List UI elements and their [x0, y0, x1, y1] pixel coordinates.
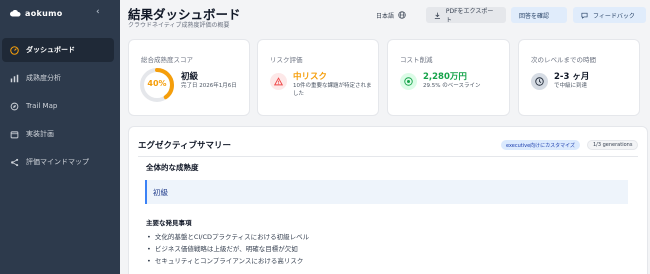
card-title: 次のレベルまでの時間: [531, 56, 596, 64]
list-item: セキュリティとコンプライアンスにおける高リスク: [147, 255, 309, 267]
divider: [138, 156, 638, 157]
dashboard-icon: [10, 45, 19, 55]
key-findings-list: 文化的基盤とCI/CDプラクティスにおける初級レベル ビジネス価値戦略は上級だが…: [147, 231, 309, 267]
sidebar-nav: ダッシュボード 成熟度分析 Trail Map 実装計画 評価マインドマップ: [0, 38, 120, 178]
target-icon: [404, 77, 413, 86]
download-icon: [434, 12, 440, 19]
time-to-next-level-card: 次のレベルまでの時間 2-3 ヶ月 で中級に到達: [518, 39, 640, 116]
generations-badge: 1/3 generations: [587, 140, 639, 150]
overall-maturity-value: 初級: [153, 188, 168, 197]
maturity-score-card: 総合成熟度スコア 40% 初級 完了日 2026年1月6日: [128, 39, 250, 116]
main-content: 結果ダッシュボード クラウドネイティブ成熟度評価の概要 日本語 PDFをエクスポ…: [120, 0, 650, 274]
risk-card: リスク評価 中リスク 10件の重要な課題が特定されました: [257, 39, 379, 116]
sidebar-item-label: 実装計画: [26, 130, 54, 138]
message-icon: [581, 12, 588, 19]
sidebar-item-label: 成熟度分析: [26, 74, 61, 82]
custom-badge: executive向けにカスタマイズ: [501, 140, 581, 150]
sidebar-item-mindmap[interactable]: 評価マインドマップ: [2, 150, 114, 174]
sidebar-item-dashboard[interactable]: ダッシュボード: [2, 38, 114, 62]
key-findings-heading: 主要な発見事項: [146, 219, 192, 227]
summary-title: エグゼクティブサマリー: [138, 141, 231, 151]
risk-icon-wrapper: [270, 73, 287, 90]
sidebar-item-label: ダッシュボード: [26, 46, 75, 54]
map-icon: [10, 102, 19, 110]
list-item: 文化的基盤とCI/CDプラクティスにおける初級レベル: [147, 231, 309, 243]
card-title: コスト削減: [400, 56, 433, 64]
time-icon-wrapper: [531, 73, 548, 90]
feedback-label: フィードバック: [593, 12, 635, 20]
cost-detail: 29.5% のベースライン: [423, 83, 481, 89]
cloud-logo-icon: [10, 10, 21, 17]
calendar-icon: [10, 130, 19, 138]
maturity-percent: 40%: [147, 79, 167, 88]
clock-icon: [535, 77, 544, 86]
brand-logo[interactable]: aokumo: [10, 9, 63, 18]
export-pdf-button[interactable]: PDFをエクスポート: [426, 7, 506, 24]
maturity-level: 初級: [181, 72, 199, 82]
executive-summary-card: エグゼクティブサマリー executive向けにカスタマイズ 1/3 gener…: [128, 126, 648, 274]
collapse-sidebar-icon[interactable]: ‹: [96, 7, 100, 17]
risk-value: 中リスク: [293, 72, 328, 82]
language-selector[interactable]: 日本語: [372, 7, 410, 23]
completion-date: 完了日 2026年1月6日: [181, 83, 237, 89]
time-detail: で中級に到達: [554, 83, 588, 89]
overall-maturity-heading: 全体的な成熟度: [146, 163, 199, 172]
list-item: ビジネス価値戦略は上級だが、明確な目標が欠如: [147, 243, 309, 255]
sidebar-item-label: Trail Map: [26, 102, 58, 110]
cost-value: 2,280万円: [423, 72, 467, 82]
review-answers-label: 回答を確認: [519, 12, 550, 20]
time-value: 2-3 ヶ月: [554, 72, 590, 82]
overall-maturity-callout: 初級: [145, 180, 628, 204]
bar-chart-icon: [10, 74, 19, 82]
card-title: リスク評価: [270, 56, 303, 64]
globe-icon: [398, 11, 406, 19]
language-label: 日本語: [376, 12, 395, 20]
sidebar-item-label: 評価マインドマップ: [26, 158, 89, 166]
warning-triangle-icon: [274, 77, 283, 86]
risk-detail: 10件の重要な課題が特定されました: [293, 83, 372, 97]
brand-name: aokumo: [25, 9, 63, 18]
feedback-button[interactable]: フィードバック: [573, 7, 646, 23]
sidebar-item-trail-map[interactable]: Trail Map: [2, 94, 114, 118]
cost-icon-wrapper: [400, 73, 417, 90]
sidebar-item-maturity-analysis[interactable]: 成熟度分析: [2, 66, 114, 90]
sidebar-item-implementation-plan[interactable]: 実装計画: [2, 122, 114, 146]
review-answers-button[interactable]: 回答を確認: [511, 7, 567, 23]
export-pdf-label: PDFをエクスポート: [445, 8, 494, 24]
page-subtitle: クラウドネイティブ成熟度評価の概要: [128, 22, 230, 29]
sidebar: aokumo ‹ ダッシュボード 成熟度分析 Trail Map 実装計画 評価…: [0, 0, 120, 274]
cost-savings-card: コスト削減 2,280万円 29.5% のベースライン: [387, 39, 510, 116]
mindmap-icon: [11, 158, 19, 166]
card-title: 総合成熟度スコア: [141, 56, 193, 64]
